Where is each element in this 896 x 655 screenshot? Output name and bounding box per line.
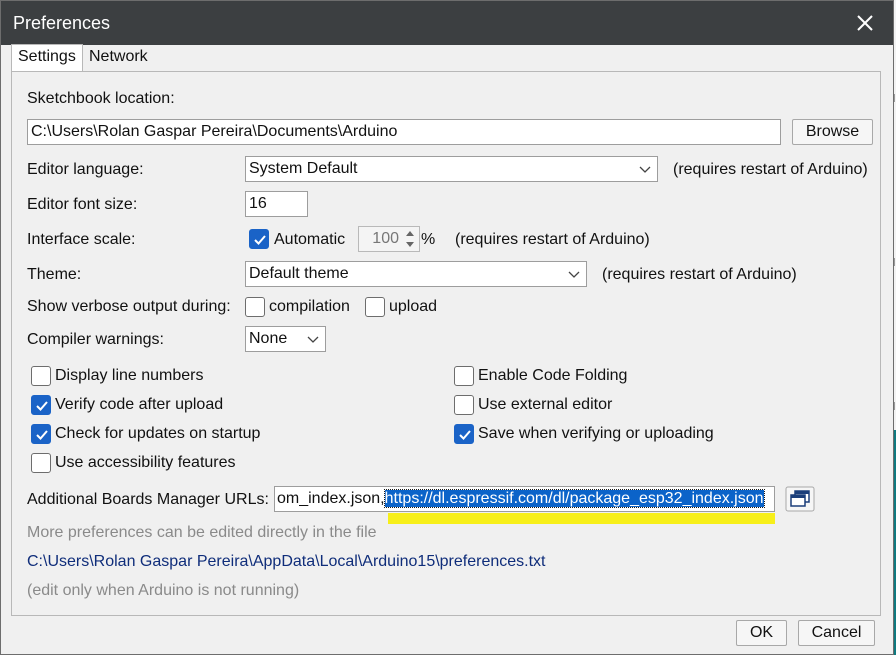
sketchbook-location-input[interactable]: C:\Users\Rolan Gaspar Pereira\Documents\… [27,119,781,145]
checkmark-icon [254,235,266,245]
verbose-label: Show verbose output during: [27,298,231,315]
sketchbook-label: Sketchbook location: [27,90,175,107]
save-when-verifying-label: Save when verifying or uploading [478,425,714,442]
theme-select[interactable]: Default theme [245,261,587,287]
spinner-arrows-icon [406,231,414,247]
font-size-input[interactable]: 16 [245,191,308,217]
more-prefs-note: (edit only when Arduino is not running) [27,582,300,599]
verbose-upload-label: upload [389,298,438,315]
interface-scale-automatic-checkbox[interactable] [249,229,269,249]
external-editor-checkbox[interactable] [454,395,474,415]
settings-panel: Sketchbook location: C:\Users\Rolan Gasp… [11,71,881,616]
tab-network[interactable]: Network [83,45,154,71]
checkmark-icon [36,401,48,411]
window-title: Preferences [13,13,111,33]
interface-scale-automatic-label: Automatic [274,231,346,248]
close-icon [857,15,873,31]
highlight-marker [388,513,775,524]
code-folding-label: Enable Code Folding [478,367,628,384]
cancel-button[interactable]: Cancel [798,620,875,646]
window-stack-icon [785,486,815,512]
ok-button[interactable]: OK [736,620,787,646]
interface-scale-spinner[interactable]: 100 [358,226,420,252]
chevron-down-icon [307,336,319,343]
title-bar: Preferences [1,1,893,45]
boards-urls-input[interactable]: om_index.json,https://dl.espressif.com/d… [274,486,775,512]
save-when-verifying-checkbox[interactable] [454,424,474,444]
chevron-down-icon [639,166,651,173]
compiler-warnings-value: None [249,330,288,347]
verbose-upload-checkbox[interactable] [365,297,385,317]
open-urls-editor-button[interactable] [785,486,815,512]
verbose-compilation-checkbox[interactable] [245,297,265,317]
editor-language-note: (requires restart of Arduino) [673,161,868,178]
interface-scale-note: (requires restart of Arduino) [455,231,650,248]
boards-urls-prefix: om_index.json, [277,490,385,507]
theme-note: (requires restart of Arduino) [602,266,797,283]
verify-after-upload-checkbox[interactable] [31,395,51,415]
chevron-down-icon [568,271,580,278]
interface-scale-label: Interface scale: [27,231,136,248]
display-line-numbers-label: Display line numbers [55,367,204,384]
preferences-dialog: Preferences Settings Network Sketchbook … [0,0,894,655]
code-folding-checkbox[interactable] [454,366,474,386]
checkmark-icon [459,430,471,440]
more-prefs-hint: More preferences can be edited directly … [27,524,377,541]
external-editor-label: Use external editor [478,396,613,413]
boards-urls-selected-text: https://dl.espressif.com/dl/package_esp3… [383,489,765,508]
preferences-file-path[interactable]: C:\Users\Rolan Gaspar Pereira\AppData\Lo… [27,553,545,571]
accessibility-checkbox[interactable] [31,453,51,473]
check-updates-label: Check for updates on startup [55,425,261,442]
boards-urls-label: Additional Boards Manager URLs: [27,491,269,508]
verbose-compilation-label: compilation [269,298,350,315]
editor-language-label: Editor language: [27,161,144,178]
verify-after-upload-label: Verify code after upload [55,396,224,413]
compiler-warnings-label: Compiler warnings: [27,331,164,348]
browse-button[interactable]: Browse [792,119,873,145]
close-button[interactable] [851,9,879,37]
interface-scale-value: 100 [372,230,399,247]
theme-value: Default theme [249,265,349,282]
tab-settings[interactable]: Settings [11,44,83,72]
accessibility-label: Use accessibility features [55,454,236,471]
theme-label: Theme: [27,266,82,283]
interface-scale-unit: % [421,231,436,248]
check-updates-checkbox[interactable] [31,424,51,444]
display-line-numbers-checkbox[interactable] [31,366,51,386]
font-size-label: Editor font size: [27,196,138,213]
checkmark-icon [36,430,48,440]
compiler-warnings-select[interactable]: None [245,326,326,352]
editor-language-select[interactable]: System Default [245,156,658,182]
editor-language-value: System Default [249,160,358,177]
